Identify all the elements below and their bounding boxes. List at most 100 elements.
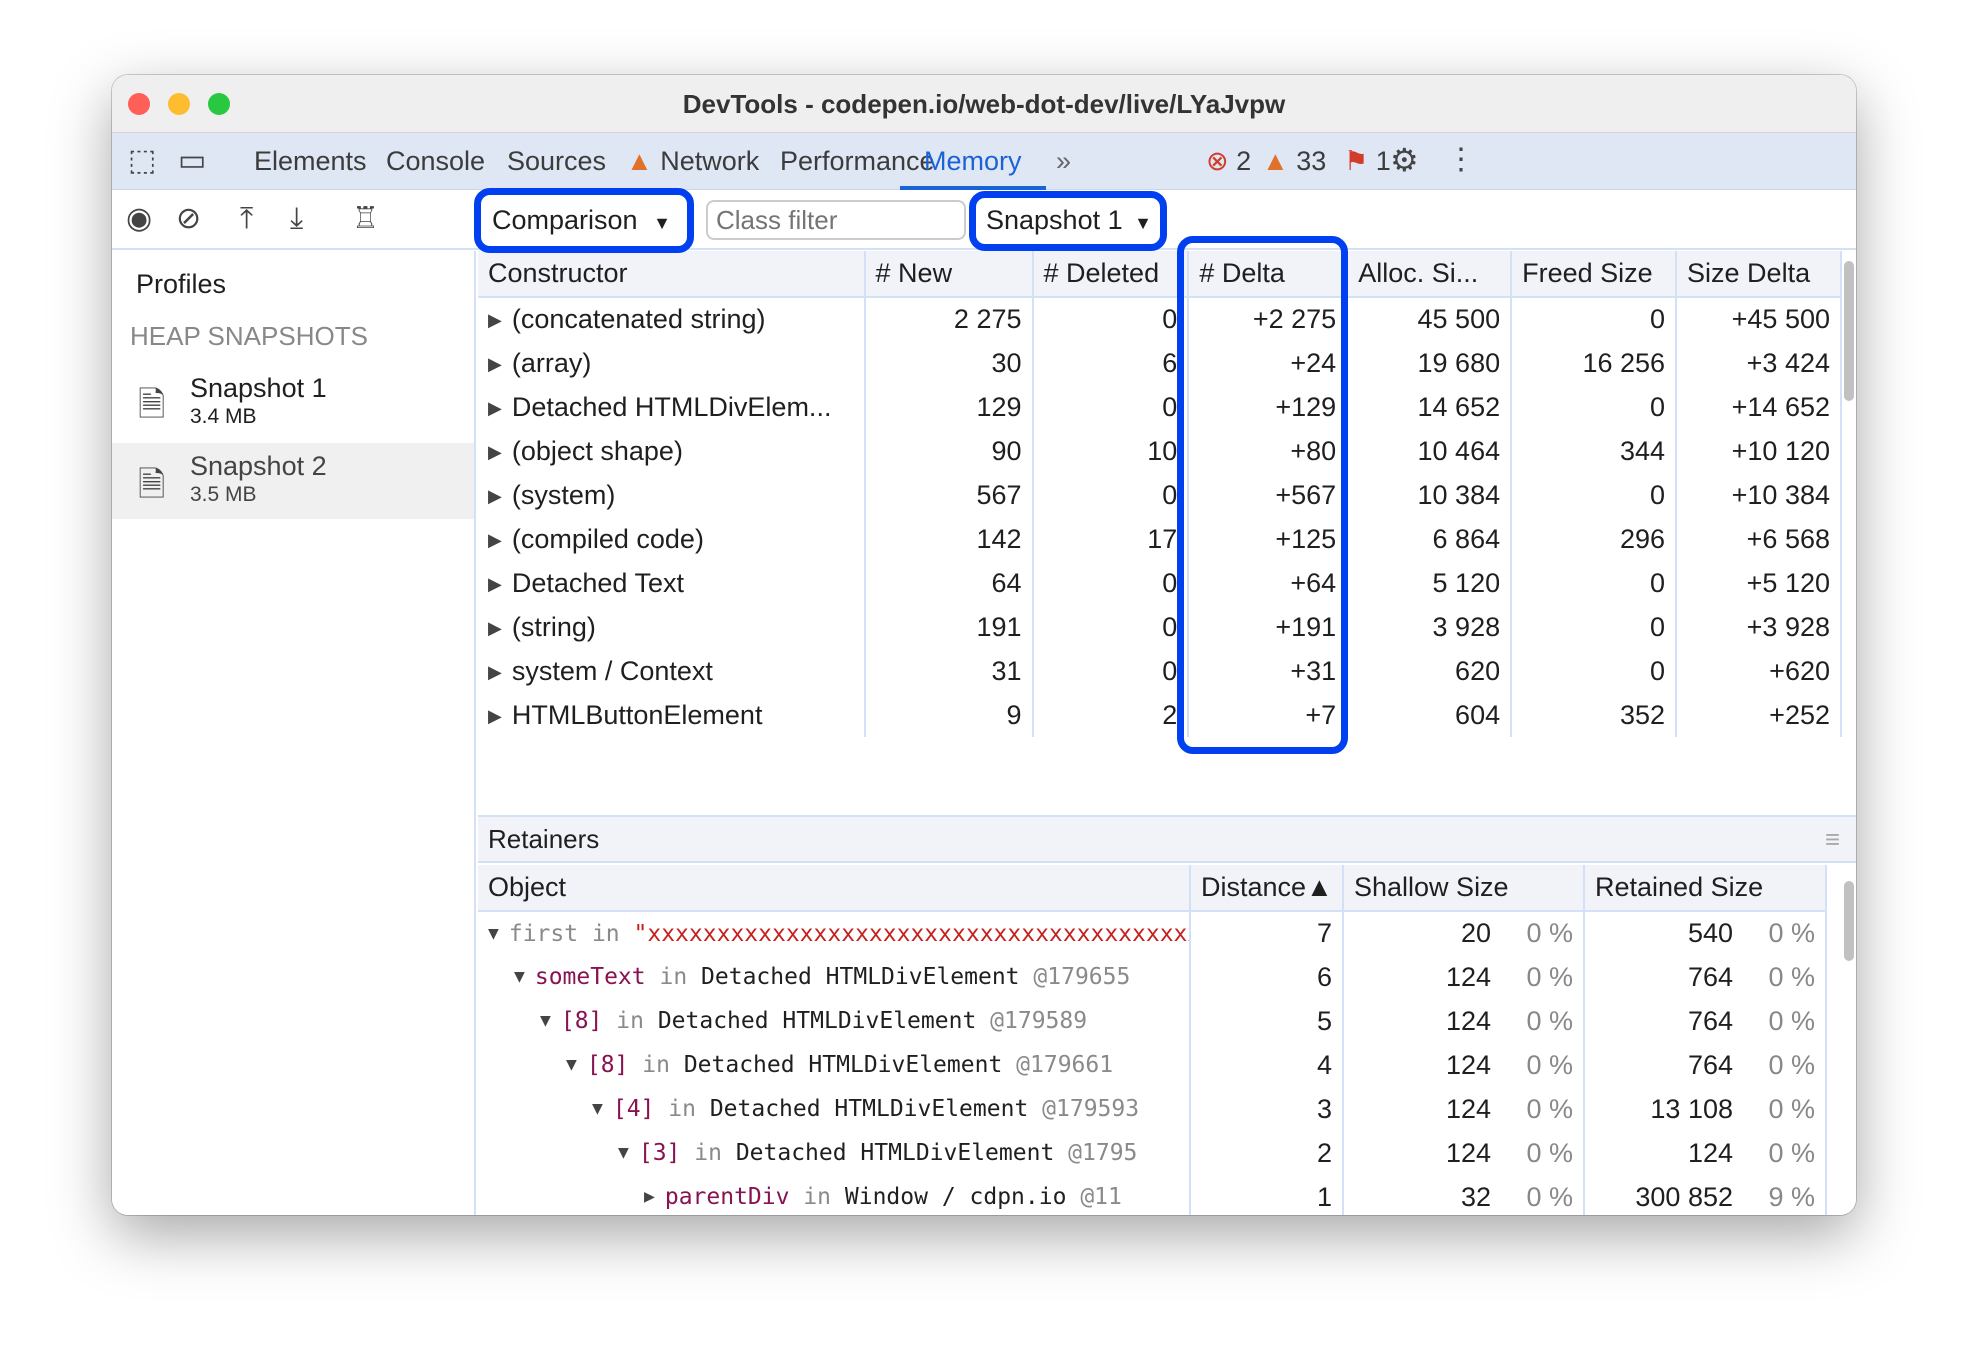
comparison-scrollbar[interactable]: [1844, 261, 1854, 401]
snapshot-2-item[interactable]: 🗎 Snapshot 2 3.5 MB: [112, 443, 474, 519]
settings-gear-icon[interactable]: ⚙: [1390, 144, 1419, 176]
table-row[interactable]: ▶ Detached HTMLDivElem... 129 0 +129 14 652 0 +…: [478, 385, 1842, 429]
object-id: @179661: [1016, 1052, 1114, 1078]
column-header[interactable]: Size Delta: [1676, 251, 1842, 298]
tab-elements[interactable]: Elements: [254, 133, 367, 190]
collapse-triangle-icon[interactable]: ▼: [592, 1098, 603, 1119]
panel-menu-icon[interactable]: ≡: [1825, 817, 1840, 861]
zoom-window-button[interactable]: [208, 93, 230, 115]
column-header[interactable]: Alloc. Si...: [1347, 251, 1513, 298]
shallow-size: 32: [1460, 1181, 1491, 1212]
collapse-triangle-icon[interactable]: ▼: [566, 1054, 577, 1075]
close-window-button[interactable]: [128, 93, 150, 115]
expand-triangle-icon[interactable]: ▶: [488, 310, 502, 331]
issues-count-value: 1: [1375, 146, 1391, 176]
window-title: DevTools - codepen.io/web-dot-dev/live/L…: [682, 89, 1286, 119]
expand-triangle-icon[interactable]: ▶: [488, 354, 502, 375]
column-header[interactable]: Freed Size: [1511, 251, 1678, 298]
error-icon: ⊗: [1206, 146, 1229, 176]
retainer-row[interactable]: ▶ parentDiv in Window / cdpn.io @11 1 32 0…: [478, 1175, 1827, 1215]
object-id: @1795: [1068, 1140, 1138, 1166]
table-row[interactable]: ▶ (system) 567 0 +567 10 384 0 +10 384: [478, 473, 1842, 517]
retainer-row[interactable]: ▼ someText in Detached HTMLDivElement @17…: [478, 955, 1827, 999]
constructor-name: (object shape): [511, 435, 683, 466]
expand-triangle-icon[interactable]: ▶: [488, 574, 502, 595]
retainer-row[interactable]: ▼ [4] in Detached HTMLDivElement @179593 …: [478, 1087, 1827, 1131]
expand-triangle-icon[interactable]: ▶: [488, 530, 502, 551]
property-name: first: [508, 920, 579, 947]
value-cell: 45 500: [1347, 297, 1513, 341]
clear-icon[interactable]: ⊘: [176, 204, 201, 234]
expand-triangle-icon[interactable]: ▶: [644, 1186, 655, 1207]
tab-network[interactable]: ▲ Network: [626, 133, 759, 190]
retainer-row[interactable]: ▼ first in "xxxxxxxxxxxxxxxxxxxxxxxxxxxxx…: [478, 911, 1827, 955]
column-header[interactable]: # Delta: [1188, 251, 1349, 298]
expand-triangle-icon[interactable]: ▶: [488, 618, 502, 639]
collapse-triangle-icon[interactable]: ▼: [514, 966, 525, 987]
in-keyword: in: [616, 1008, 644, 1034]
retainers-column-header[interactable]: Shallow Size: [1343, 865, 1585, 912]
collapse-triangle-icon[interactable]: ▼: [488, 923, 499, 944]
object-name: Detached HTMLDivElement: [735, 1140, 1055, 1166]
more-tabs-icon[interactable]: »: [1056, 133, 1071, 190]
inspect-element-icon[interactable]: ⬚: [128, 146, 156, 176]
table-row[interactable]: ▶ (compiled code) 142 17 +125 6 864 296 +6 568: [478, 517, 1842, 561]
more-options-icon[interactable]: ⋮: [1446, 145, 1476, 175]
table-row[interactable]: ▶ (array) 30 6 +24 19 680 16 256 +3 424: [478, 341, 1842, 385]
download-icon[interactable]: ⤓: [290, 204, 303, 234]
retainer-row[interactable]: ▼ [3] in Detached HTMLDivElement @1795 2 …: [478, 1131, 1827, 1175]
table-row[interactable]: ▶ (concatenated string) 2 275 0 +2 275 45 500…: [478, 297, 1842, 341]
table-row[interactable]: ▶ (string) 191 0 +191 3 928 0 +3 928: [478, 605, 1842, 649]
tab-memory[interactable]: Memory: [900, 133, 1046, 190]
tab-sources[interactable]: Sources: [507, 133, 606, 190]
value-cell: +64: [1188, 561, 1349, 605]
warning-count-value: 33: [1296, 146, 1327, 176]
retained-size: 764: [1687, 1005, 1733, 1036]
record-icon[interactable]: ◉: [126, 204, 152, 234]
value-cell: 19 680: [1347, 341, 1513, 385]
collapse-triangle-icon[interactable]: ▼: [618, 1142, 629, 1163]
expand-triangle-icon[interactable]: ▶: [488, 398, 502, 419]
error-count[interactable]: ⊗ 2: [1206, 133, 1251, 190]
table-row[interactable]: ▶ HTMLButtonElement 9 2 +7 604 352 +252: [478, 693, 1842, 737]
expand-triangle-icon[interactable]: ▶: [488, 486, 502, 507]
baseline-snapshot-select[interactable]: Snapshot 1 ▼: [986, 200, 1166, 240]
table-row[interactable]: ▶ Detached Text 64 0 +64 5 120 0 +5 120: [478, 561, 1842, 605]
column-header[interactable]: Constructor: [478, 251, 866, 298]
view-select[interactable]: Comparison ▼: [492, 200, 692, 240]
class-filter-input[interactable]: [706, 200, 966, 240]
warning-count[interactable]: ▲ 33: [1262, 133, 1326, 190]
retainer-row[interactable]: ▼ [8] in Detached HTMLDivElement @179589 …: [478, 999, 1827, 1043]
retainer-row[interactable]: ▼ [8] in Detached HTMLDivElement @179661 …: [478, 1043, 1827, 1087]
retained-size: 764: [1687, 1049, 1733, 1080]
property-name: [8]: [560, 1008, 603, 1034]
value-cell: 620: [1347, 649, 1513, 693]
retainers-scrollbar[interactable]: [1844, 881, 1854, 961]
expand-triangle-icon[interactable]: ▶: [488, 662, 502, 683]
collapse-triangle-icon[interactable]: ▼: [540, 1010, 551, 1031]
retainers-column-header[interactable]: Object: [478, 865, 1191, 912]
issues-count[interactable]: ⚑ 1: [1344, 133, 1391, 190]
minimize-window-button[interactable]: [168, 93, 190, 115]
constructor-cell: ▶ Detached HTMLDivElem...: [478, 385, 866, 429]
constructor-name: Detached Text: [511, 567, 684, 598]
value-cell: 14 652: [1347, 385, 1513, 429]
expand-triangle-icon[interactable]: ▶: [488, 442, 502, 463]
value-cell: 567: [864, 473, 1034, 517]
column-header[interactable]: # Deleted: [1032, 251, 1190, 298]
expand-triangle-icon[interactable]: ▶: [488, 706, 502, 727]
tab-console[interactable]: Console: [386, 133, 485, 190]
upload-icon[interactable]: ⤒: [240, 204, 253, 234]
value-cell: +5 120: [1676, 561, 1842, 605]
object-cell: ▼ [8] in Detached HTMLDivElement @179661: [478, 1043, 1191, 1087]
table-row[interactable]: ▶ system / Context 31 0 +31 620 0 +620: [478, 649, 1842, 693]
snapshot-1-item[interactable]: 🗎 Snapshot 1 3.4 MB: [112, 363, 474, 439]
column-header[interactable]: # New: [864, 251, 1034, 298]
retainers-column-header[interactable]: Retained Size: [1584, 865, 1827, 912]
retainers-column-header[interactable]: Distance▲: [1190, 865, 1344, 912]
retainers-title: Retainers: [488, 824, 600, 854]
collect-garbage-broom-icon[interactable]: ♖: [352, 204, 379, 234]
device-toolbar-icon[interactable]: ▭: [178, 146, 206, 176]
table-row[interactable]: ▶ (object shape) 90 10 +80 10 464 344 +10 120: [478, 429, 1842, 473]
shallow-percent: 0 %: [1526, 1137, 1573, 1168]
